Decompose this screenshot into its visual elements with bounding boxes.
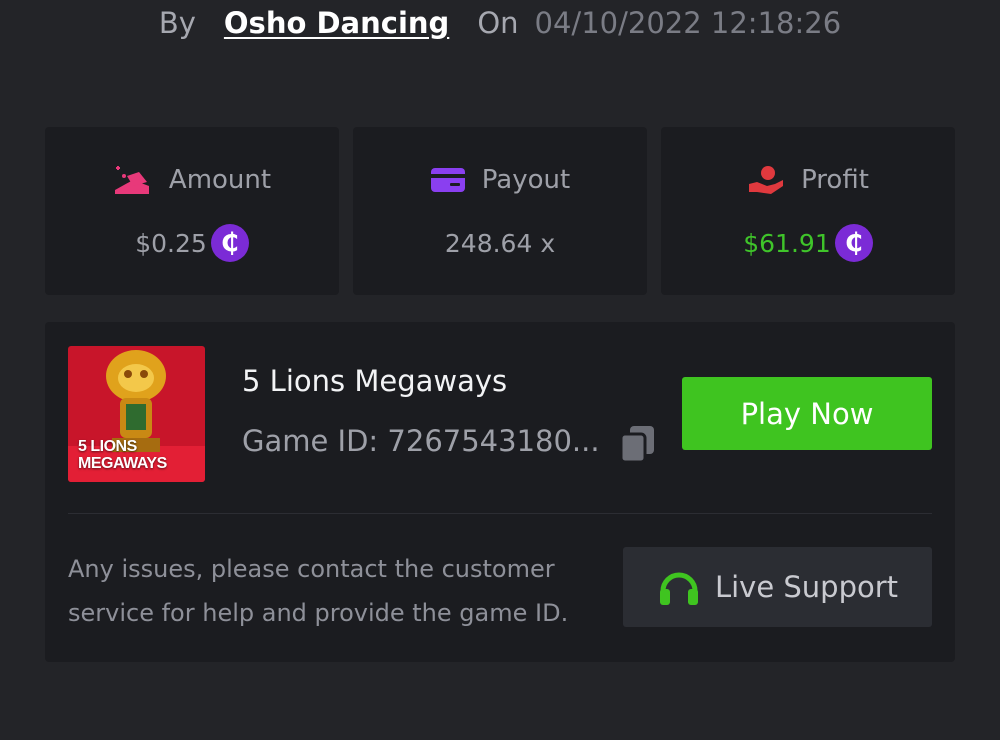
by-label: By bbox=[158, 6, 196, 40]
amount-label: Amount bbox=[168, 165, 272, 195]
bet-stats: Amount $0.25 ₵ Payout 248.64 x Profit $6… bbox=[45, 127, 955, 295]
profit-value: $61.91 bbox=[743, 228, 831, 258]
support-help-text: Any issues, please contact the customer … bbox=[68, 555, 569, 627]
game-title: 5 Lions Megaways bbox=[242, 364, 508, 398]
hand-coin-icon bbox=[749, 166, 784, 194]
amount-card: Amount $0.25 ₵ bbox=[45, 127, 339, 295]
profit-label: Profit bbox=[801, 165, 869, 195]
coin-icon: ₵ bbox=[834, 224, 873, 262]
game-id: Game ID: 7267543180... bbox=[242, 424, 600, 458]
on-label: On bbox=[477, 6, 519, 40]
live-support-button[interactable]: Live Support bbox=[623, 547, 932, 627]
profit-card: Profit $61.91 ₵ bbox=[661, 127, 955, 295]
bet-datetime: 04/10/2022 12:18:26 bbox=[534, 6, 842, 40]
payout-card: Payout 248.64 x bbox=[353, 127, 647, 295]
live-support-label: Live Support bbox=[714, 570, 899, 604]
game-thumbnail[interactable]: 5 LIONS MEGAWAYS bbox=[68, 346, 205, 482]
thumbnail-title: 5 LIONS MEGAWAYS bbox=[78, 438, 167, 472]
username-link[interactable]: Osho Dancing bbox=[224, 6, 449, 40]
payout-label: Payout bbox=[481, 165, 571, 195]
bet-chips-icon bbox=[114, 166, 149, 194]
game-card: 5 LIONS MEGAWAYS 5 Lions Megaways Game I… bbox=[45, 322, 955, 662]
divider bbox=[68, 513, 932, 514]
wallet-card-icon bbox=[430, 168, 465, 192]
coin-icon: ₵ bbox=[210, 224, 249, 262]
play-now-button[interactable]: Play Now bbox=[682, 377, 932, 450]
payout-value: 248.64 x bbox=[444, 228, 556, 258]
amount-value: $0.25 bbox=[135, 228, 207, 258]
copy-icon[interactable] bbox=[618, 424, 658, 464]
headset-icon bbox=[659, 572, 698, 605]
bet-byline: By Osho Dancing On 04/10/2022 12:18:26 bbox=[0, 0, 1000, 46]
